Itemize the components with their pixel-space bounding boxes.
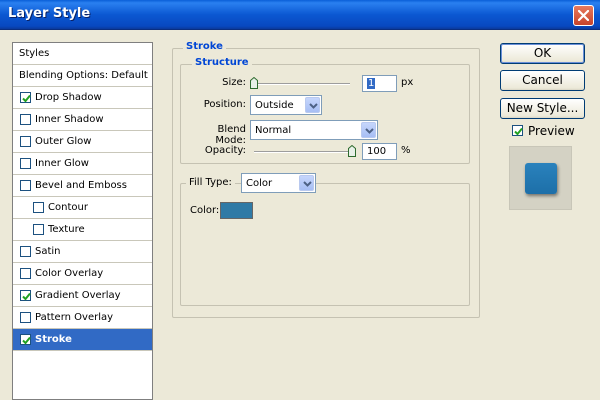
style-checkbox[interactable] [20, 92, 31, 103]
structure-title: Structure [192, 57, 252, 68]
chevron-down-icon [365, 128, 374, 134]
style-checkbox[interactable] [20, 180, 31, 191]
style-item-label: Bevel and Emboss [35, 180, 127, 191]
size-slider-track[interactable] [254, 83, 350, 85]
style-checkbox[interactable] [20, 290, 31, 301]
style-checkbox[interactable] [20, 158, 31, 169]
color-label: Color: [190, 205, 220, 216]
chevron-down-icon [309, 103, 318, 109]
blend-mode-label: Blend Mode: [215, 124, 246, 146]
style-checkbox[interactable] [20, 246, 31, 257]
size-slider-thumb[interactable] [250, 77, 258, 89]
position-select[interactable]: Outside [250, 95, 322, 115]
style-item-label: Inner Shadow [35, 114, 104, 125]
style-item-inner-glow[interactable]: Inner Glow [13, 153, 152, 175]
style-item-label: Gradient Overlay [35, 290, 121, 301]
style-item-outer-glow[interactable]: Outer Glow [13, 131, 152, 153]
style-item-contour[interactable]: Contour [13, 197, 152, 219]
preview-swatch [525, 163, 557, 194]
style-item-label: Color Overlay [35, 268, 104, 279]
size-unit: px [401, 77, 414, 88]
fill-type-select[interactable]: Color [241, 173, 316, 193]
style-item-gradient-overlay[interactable]: Gradient Overlay [13, 285, 152, 307]
preview-label: Preview [528, 124, 575, 138]
style-item-pattern-overlay[interactable]: Pattern Overlay [13, 307, 152, 329]
style-item-label: Stroke [35, 334, 72, 345]
style-item-drop-shadow[interactable]: Drop Shadow [13, 87, 152, 109]
opacity-input[interactable]: 100 [362, 143, 397, 160]
size-label: Size: [222, 77, 246, 88]
checkmark-icon [22, 292, 31, 301]
style-preview [509, 146, 572, 210]
position-label: Position: [203, 99, 246, 110]
opacity-unit: % [401, 145, 411, 156]
opacity-label: Opacity: [204, 145, 246, 156]
fill-type-label: Fill Type: [186, 177, 235, 188]
style-checkbox[interactable] [20, 334, 31, 345]
style-item-label: Drop Shadow [35, 92, 102, 103]
close-icon [578, 10, 589, 21]
title-bar[interactable]: Layer Style [0, 0, 600, 30]
preview-checkbox[interactable] [512, 125, 523, 136]
style-item-inner-shadow[interactable]: Inner Shadow [13, 109, 152, 131]
style-item-label: Contour [48, 202, 88, 213]
style-item-texture[interactable]: Texture [13, 219, 152, 241]
style-checkbox[interactable] [20, 268, 31, 279]
style-checkbox[interactable] [20, 136, 31, 147]
layer-style-dialog: Layer Style Styles Blending Options: Def… [0, 0, 600, 400]
chevron-down-icon [303, 181, 312, 187]
style-item-label: Outer Glow [35, 136, 92, 147]
style-checkbox[interactable] [33, 224, 44, 235]
style-item-label: Satin [35, 246, 61, 257]
cancel-button[interactable]: Cancel [500, 70, 585, 91]
stroke-title: Stroke [183, 41, 226, 52]
style-item-bevel-and-emboss[interactable]: Bevel and Emboss [13, 175, 152, 197]
styles-header[interactable]: Styles [13, 43, 152, 65]
blending-options-item[interactable]: Blending Options: Default [13, 65, 152, 87]
style-item-label: Inner Glow [35, 158, 89, 169]
size-input[interactable]: 1 [362, 75, 397, 92]
opacity-slider-track[interactable] [254, 151, 354, 153]
styles-list: Styles Blending Options: Default Drop Sh… [12, 42, 153, 400]
ok-button[interactable]: OK [500, 43, 585, 64]
blend-mode-select[interactable]: Normal [250, 120, 378, 140]
window-title: Layer Style [8, 6, 91, 21]
style-item-label: Texture [48, 224, 85, 235]
opacity-slider-thumb[interactable] [348, 145, 356, 157]
checkmark-icon [22, 336, 31, 345]
style-item-stroke[interactable]: Stroke [13, 329, 152, 351]
new-style-button[interactable]: New Style... [500, 98, 585, 119]
style-item-satin[interactable]: Satin [13, 241, 152, 263]
stroke-color-swatch[interactable] [220, 202, 253, 219]
checkmark-icon [22, 94, 31, 103]
style-item-label: Pattern Overlay [35, 312, 114, 323]
style-checkbox[interactable] [20, 114, 31, 125]
style-checkbox[interactable] [33, 202, 44, 213]
checkmark-icon [514, 127, 523, 136]
style-checkbox[interactable] [20, 312, 31, 323]
close-button[interactable] [573, 5, 594, 26]
style-item-color-overlay[interactable]: Color Overlay [13, 263, 152, 285]
